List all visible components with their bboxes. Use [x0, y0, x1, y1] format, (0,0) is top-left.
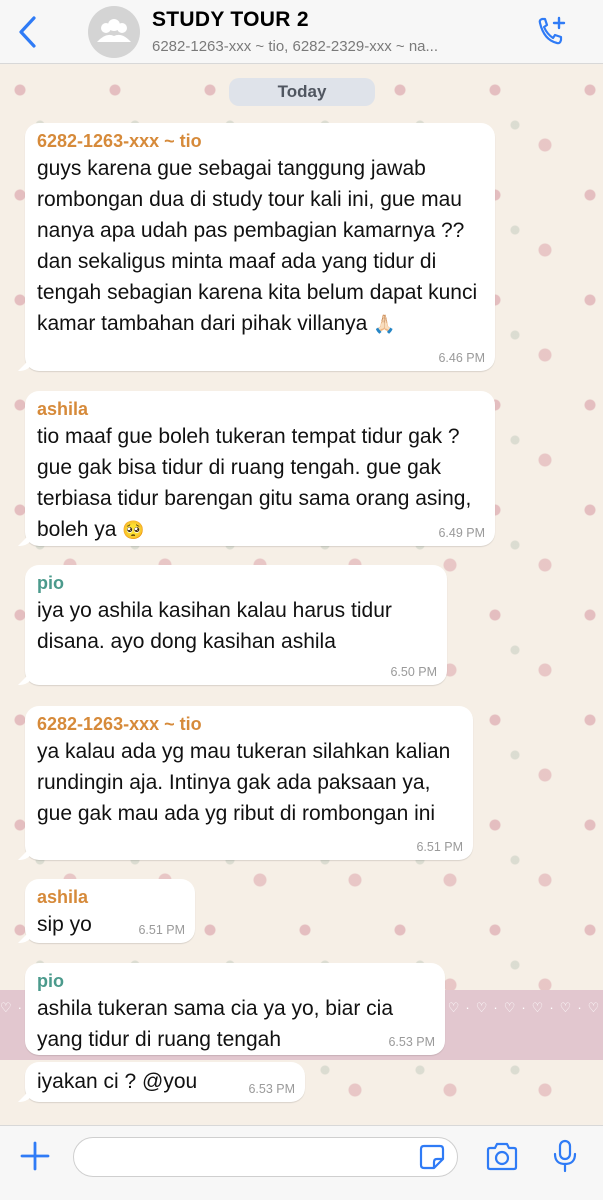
message-text: tio maaf gue boleh tukeran tempat tidur …	[37, 425, 472, 541]
group-avatar-icon	[97, 19, 131, 42]
message-time: 6.53 PM	[388, 1035, 435, 1049]
message-bubble[interactable]: 6282-1263-xxx ~ tio guys karena gue seba…	[18, 123, 495, 371]
camera-button[interactable]	[484, 1140, 520, 1174]
message-text: iya yo ashila kasihan kalau harus tidur …	[37, 599, 392, 653]
input-bar	[0, 1125, 603, 1200]
chevron-left-icon	[19, 16, 36, 48]
message-text: ya kalau ada yg mau tukeran silahkan kal…	[37, 740, 451, 825]
message-bubble[interactable]: iyakan ci ? @you 6.53 PM	[18, 1062, 305, 1102]
message-bubble[interactable]: ashila sip yo 6.51 PM	[18, 879, 195, 943]
group-avatar[interactable]	[88, 6, 140, 58]
add-call-button[interactable]	[532, 14, 570, 52]
praying-hands-emoji: 🙏🏻	[373, 314, 396, 335]
message-time: 6.46 PM	[438, 351, 485, 365]
message-text: ashila tukeran sama cia ya yo, biar cia …	[37, 997, 394, 1051]
message-input[interactable]	[73, 1137, 458, 1177]
message-sender[interactable]: 6282-1263-xxx ~ tio	[37, 129, 483, 153]
message-sender[interactable]: 6282-1263-xxx ~ tio	[37, 712, 461, 736]
attach-button[interactable]	[18, 1139, 52, 1173]
chat-title[interactable]: STUDY TOUR 2	[152, 8, 309, 32]
message-time: 6.53 PM	[248, 1082, 295, 1096]
participants-list[interactable]: 6282-1263-xxx ~ tio, 6282-2329-xxx ~ na.…	[152, 38, 522, 55]
phone-plus-icon	[538, 16, 566, 45]
sticker-button[interactable]	[418, 1143, 446, 1171]
camera-icon	[486, 1142, 518, 1171]
back-button[interactable]	[12, 12, 46, 52]
microphone-icon	[553, 1139, 577, 1173]
message-sender[interactable]: pio	[37, 969, 433, 993]
message-time: 6.49 PM	[438, 526, 485, 540]
message-bubble[interactable]: ashila tio maaf gue boleh tukeran tempat…	[18, 391, 495, 546]
message-sender[interactable]: ashila	[37, 397, 483, 421]
message-time: 6.50 PM	[390, 665, 437, 679]
message-bubble[interactable]: pio ashila tukeran sama cia ya yo, biar …	[25, 963, 445, 1055]
message-bubble[interactable]: pio iya yo ashila kasihan kalau harus ti…	[18, 565, 447, 685]
message-time: 6.51 PM	[416, 840, 463, 854]
message-bubble[interactable]: 6282-1263-xxx ~ tio ya kalau ada yg mau …	[18, 706, 473, 860]
message-sender[interactable]: pio	[37, 571, 435, 595]
chat-header: STUDY TOUR 2 6282-1263-xxx ~ tio, 6282-2…	[0, 0, 603, 64]
pleading-face-emoji: 🥺	[122, 520, 145, 541]
sticker-icon	[419, 1144, 445, 1170]
microphone-button[interactable]	[550, 1138, 580, 1174]
message-text: guys karena gue sebagai tanggung jawab r…	[37, 157, 478, 335]
message-sender[interactable]: ashila	[37, 885, 183, 909]
message-time: 6.51 PM	[138, 923, 185, 937]
day-separator: Today	[229, 78, 375, 106]
plus-icon	[20, 1141, 50, 1171]
